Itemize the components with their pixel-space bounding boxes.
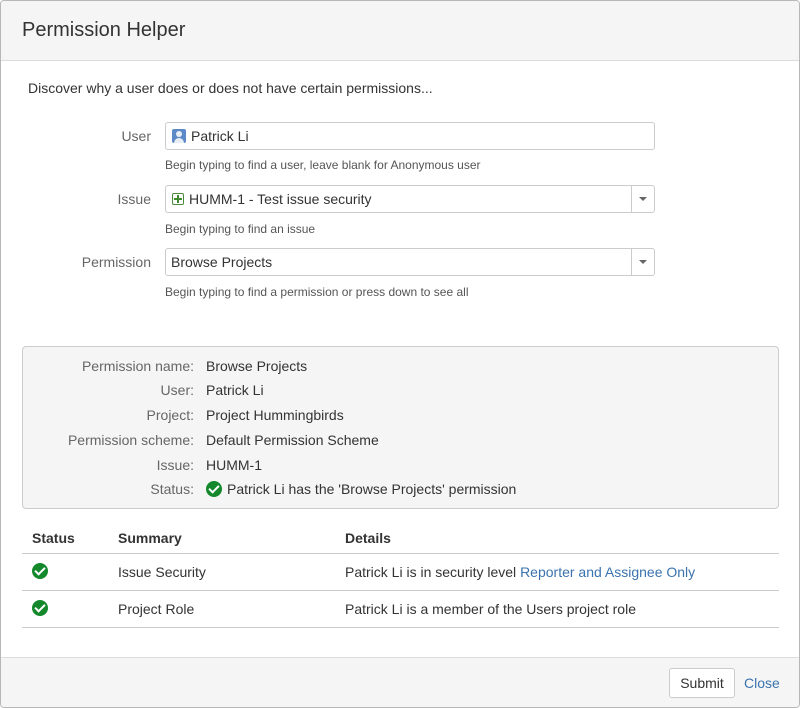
issue-field[interactable]: HUMM-1 - Test issue security: [165, 185, 655, 213]
results-table: Status Summary Details Issue Security Pa…: [22, 522, 779, 628]
dialog-header: Permission Helper: [1, 1, 799, 61]
permission-summary-box: Permission name: Browse Projects User: P…: [22, 346, 779, 509]
summary-scheme-row: Permission scheme: Default Permission Sc…: [23, 432, 778, 452]
row-summary-cell: Project Role: [108, 590, 335, 628]
row-summary-cell: Issue Security: [108, 553, 335, 591]
summary-status-row: Status: Patrick Li has the 'Browse Proje…: [23, 481, 778, 501]
chevron-down-icon: [639, 260, 647, 264]
dialog-footer: Submit Close: [1, 657, 799, 707]
summary-permission-name-value: Browse Projects: [206, 358, 308, 374]
summary-status-text: Patrick Li has the 'Browse Projects' per…: [227, 481, 517, 497]
row-details-cell: Patrick Li is in security level Reporter…: [335, 553, 779, 591]
summary-scheme-label: Permission scheme:: [67, 432, 194, 448]
summary-project-label: Project:: [146, 407, 194, 423]
user-field-value: Patrick Li: [191, 128, 249, 144]
issue-type-icon: [172, 193, 184, 205]
success-check-icon: [32, 599, 48, 616]
summary-status-value: Patrick Li has the 'Browse Projects' per…: [206, 481, 516, 497]
table-row: Project Role Patrick Li is a member of t…: [22, 590, 779, 628]
permission-field[interactable]: Browse Projects: [165, 248, 655, 276]
user-hint: Begin typing to find a user, leave blank…: [165, 158, 481, 172]
table-header-row: Status Summary Details: [22, 522, 779, 554]
summary-user-row: User: Patrick Li: [23, 382, 778, 402]
summary-user-link[interactable]: Patrick Li: [206, 382, 264, 398]
summary-scheme-link[interactable]: Default Permission Scheme: [206, 432, 379, 448]
summary-issue-row: Issue: HUMM-1: [23, 457, 778, 477]
summary-project-link[interactable]: Project Hummingbirds: [206, 407, 344, 423]
close-link[interactable]: Close: [744, 675, 780, 691]
summary-issue-link[interactable]: HUMM-1: [206, 457, 262, 473]
column-header-summary: Summary: [108, 522, 335, 554]
issue-dropdown-button[interactable]: [631, 186, 654, 212]
summary-permission-name-row: Permission name: Browse Projects: [23, 358, 778, 378]
summary-project-row: Project: Project Hummingbirds: [23, 407, 778, 427]
intro-text: Discover why a user does or does not hav…: [28, 80, 433, 96]
column-header-status: Status: [22, 522, 108, 554]
issue-label: Issue: [117, 191, 151, 207]
success-check-icon: [206, 481, 222, 497]
row-details-text: Patrick Li is in security level: [345, 564, 521, 580]
user-field[interactable]: Patrick Li: [165, 122, 655, 150]
column-header-details: Details: [335, 522, 779, 554]
row-details-cell: Patrick Li is a member of the Users proj…: [335, 590, 779, 628]
row-status-cell: [22, 553, 108, 591]
security-level-link[interactable]: Reporter and Assignee Only: [520, 564, 695, 580]
table-row: Issue Security Patrick Li is in security…: [22, 553, 779, 591]
summary-permission-name-label: Permission name:: [81, 358, 194, 374]
permission-dropdown-button[interactable]: [631, 249, 654, 275]
permission-hint: Begin typing to find a permission or pre…: [165, 285, 469, 299]
user-label: User: [121, 128, 151, 144]
chevron-down-icon: [639, 197, 647, 201]
summary-user-label: User:: [160, 382, 194, 398]
permission-label: Permission: [81, 254, 151, 270]
summary-issue-label: Issue:: [156, 457, 194, 473]
issue-hint: Begin typing to find an issue: [165, 222, 316, 236]
dialog-title: Permission Helper: [22, 19, 186, 41]
submit-button[interactable]: Submit: [669, 668, 735, 698]
issue-field-value: HUMM-1 - Test issue security: [189, 191, 372, 207]
user-avatar-icon: [172, 129, 186, 143]
row-status-cell: [22, 590, 108, 628]
permission-field-value: Browse Projects: [171, 254, 273, 270]
summary-status-label: Status:: [150, 481, 194, 497]
permission-helper-dialog: Permission Helper Discover why a user do…: [0, 0, 800, 708]
success-check-icon: [32, 562, 48, 579]
